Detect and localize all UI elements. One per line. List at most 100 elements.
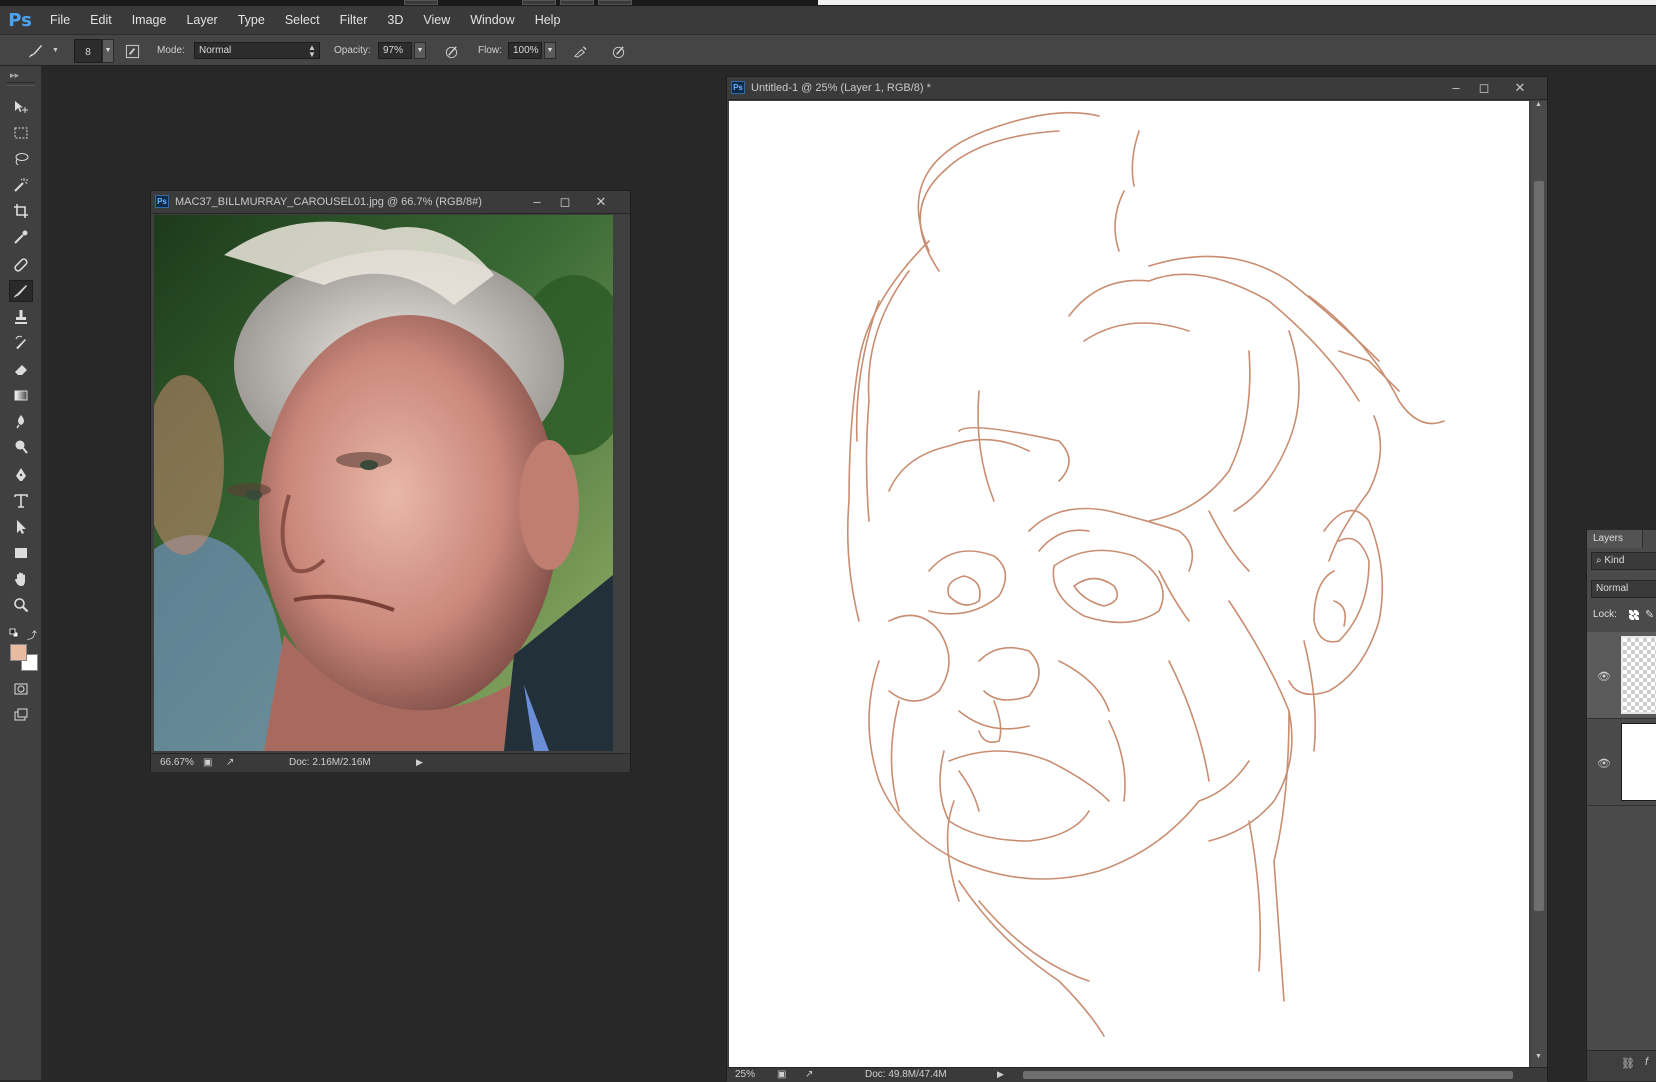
default-colors-icon[interactable]: [9, 628, 19, 638]
layer-filter-value: Kind: [1604, 555, 1625, 566]
workspace-button[interactable]: [598, 0, 632, 5]
vertical-scroll-thumb[interactable]: [1534, 181, 1544, 911]
path-selection-tool-icon[interactable]: [9, 516, 33, 538]
menu-view[interactable]: View: [413, 13, 460, 27]
sketch-document-titlebar[interactable]: Ps Untitled-1 @ 25% (Layer 1, RGB/8) * –…: [727, 77, 1547, 100]
opacity-dropdown[interactable]: ▼: [414, 42, 426, 59]
marquee-tool-icon[interactable]: [9, 122, 33, 144]
pressure-opacity-icon[interactable]: [441, 41, 461, 61]
menu-file[interactable]: File: [40, 13, 80, 27]
menu-bar: Ps File Edit Image Layer Type Select Fil…: [0, 6, 1656, 34]
panel-collapse-icon[interactable]: ▸▸: [10, 70, 19, 81]
opacity-field[interactable]: 97%: [378, 42, 412, 59]
airbrush-icon[interactable]: [570, 41, 590, 61]
lasso-tool-icon[interactable]: [9, 148, 33, 170]
scroll-down-arrow-icon[interactable]: ▼: [1535, 1053, 1542, 1060]
share-icon[interactable]: ↗: [805, 1069, 813, 1080]
layer-blend-mode-select[interactable]: Normal: [1591, 580, 1656, 598]
dodge-tool-icon[interactable]: [9, 436, 33, 458]
mode-label: Mode:: [157, 45, 185, 56]
hand-tool-icon[interactable]: [9, 568, 33, 590]
vertical-scrollbar[interactable]: ▲ ▼: [1531, 101, 1547, 1067]
layer-row-layer-1[interactable]: 👁: [1587, 632, 1656, 719]
layer-filter-select[interactable]: ⌕ Kind: [1591, 552, 1656, 570]
maximize-icon[interactable]: ◻: [554, 193, 576, 210]
arrange-button[interactable]: [404, 0, 438, 5]
layer-thumbnail: [1621, 636, 1656, 714]
share-icon[interactable]: ↗: [226, 757, 234, 768]
eye-icon[interactable]: 👁: [1597, 757, 1611, 770]
link-icon[interactable]: ⛓: [1621, 1057, 1635, 1070]
brush-size-dropdown[interactable]: ▼: [102, 39, 114, 63]
move-tool-icon[interactable]: [9, 96, 33, 118]
menu-edit[interactable]: Edit: [80, 13, 122, 27]
brush-panel-icon[interactable]: [122, 41, 142, 61]
reference-document-window[interactable]: Ps MAC37_BILLMURRAY_CAROUSEL01.jpg @ 66.…: [150, 190, 631, 772]
quick-mask-icon[interactable]: [9, 678, 33, 700]
sketch-doc-info: Doc: 49.8M/47.4M: [865, 1069, 947, 1080]
ps-document-icon: Ps: [155, 195, 169, 208]
scroll-up-arrow-icon[interactable]: ▲: [1535, 101, 1542, 108]
menu-window[interactable]: Window: [460, 13, 524, 27]
screen-mode-icon[interactable]: [9, 704, 33, 726]
eye-icon[interactable]: 👁: [1597, 670, 1611, 683]
clone-stamp-tool-icon[interactable]: [9, 306, 33, 328]
menu-help[interactable]: Help: [525, 13, 571, 27]
layers-tab[interactable]: Layers: [1587, 530, 1643, 548]
ps-document-icon: Ps: [731, 81, 745, 94]
layer-row-background[interactable]: 👁: [1587, 719, 1656, 806]
fx-icon[interactable]: f: [1645, 1056, 1648, 1068]
healing-brush-tool-icon[interactable]: [9, 254, 33, 276]
reference-document-titlebar[interactable]: Ps MAC37_BILLMURRAY_CAROUSEL01.jpg @ 66.…: [151, 191, 630, 214]
reference-photo: [154, 215, 613, 751]
close-icon[interactable]: ✕: [1509, 79, 1531, 96]
panel-divider: [7, 82, 35, 86]
status-menu-arrow-icon[interactable]: ▶: [416, 757, 423, 768]
menu-3d[interactable]: 3D: [377, 13, 413, 27]
mode-select[interactable]: Normal: [194, 42, 320, 59]
pressure-size-icon[interactable]: [608, 41, 628, 61]
swap-colors-icon[interactable]: ⤴: [27, 627, 37, 642]
sketch-zoom-level[interactable]: 25%: [735, 1069, 755, 1080]
brush-size-field[interactable]: 8: [74, 39, 102, 63]
minimize-icon[interactable]: –: [1445, 79, 1467, 96]
camera-icon[interactable]: ▣: [777, 1069, 786, 1080]
menu-select[interactable]: Select: [275, 13, 330, 27]
foreground-color-swatch[interactable]: [10, 644, 27, 661]
sketch-canvas[interactable]: [729, 101, 1529, 1067]
magic-wand-tool-icon[interactable]: [9, 174, 33, 196]
reference-zoom-level[interactable]: 66.67%: [160, 757, 194, 768]
layers-panel: Layers ⌕ Kind Normal Lock: ✎ 👁 👁 ⛓ f: [1586, 530, 1656, 1081]
flow-dropdown[interactable]: ▼: [544, 42, 556, 59]
menu-filter[interactable]: Filter: [330, 13, 378, 27]
brush-tool-icon[interactable]: [9, 280, 33, 302]
menu-layer[interactable]: Layer: [176, 13, 227, 27]
blur-tool-icon[interactable]: [9, 410, 33, 432]
horizontal-scroll-thumb[interactable]: [1023, 1071, 1513, 1079]
close-icon[interactable]: ✕: [590, 193, 612, 210]
sketch-document-window[interactable]: Ps Untitled-1 @ 25% (Layer 1, RGB/8) * –…: [726, 76, 1548, 1082]
gradient-tool-icon[interactable]: [9, 384, 33, 406]
minimize-icon[interactable]: –: [526, 193, 548, 210]
rectangle-tool-icon[interactable]: [9, 542, 33, 564]
workspace-button[interactable]: [560, 0, 594, 5]
pen-tool-icon[interactable]: [9, 464, 33, 486]
lock-brush-icon[interactable]: ✎: [1645, 608, 1654, 621]
menu-type[interactable]: Type: [228, 13, 275, 27]
workspace-button[interactable]: [522, 0, 556, 5]
brush-preset-icon[interactable]: [26, 41, 46, 61]
flow-field[interactable]: 100%: [508, 42, 542, 59]
menu-image[interactable]: Image: [122, 13, 177, 27]
eyedropper-tool-icon[interactable]: [9, 226, 33, 248]
camera-icon[interactable]: ▣: [203, 757, 212, 768]
reference-document-title: MAC37_BILLMURRAY_CAROUSEL01.jpg @ 66.7% …: [175, 196, 482, 208]
zoom-tool-icon[interactable]: [9, 594, 33, 616]
history-brush-tool-icon[interactable]: [9, 332, 33, 354]
lock-transparency-icon[interactable]: [1629, 610, 1639, 620]
type-tool-icon[interactable]: [9, 490, 33, 512]
crop-tool-icon[interactable]: [9, 200, 33, 222]
eraser-tool-icon[interactable]: [9, 358, 33, 380]
maximize-icon[interactable]: ◻: [1473, 79, 1495, 96]
status-menu-arrow-icon[interactable]: ▶: [997, 1069, 1004, 1080]
chevron-down-icon[interactable]: ▼: [52, 47, 59, 54]
